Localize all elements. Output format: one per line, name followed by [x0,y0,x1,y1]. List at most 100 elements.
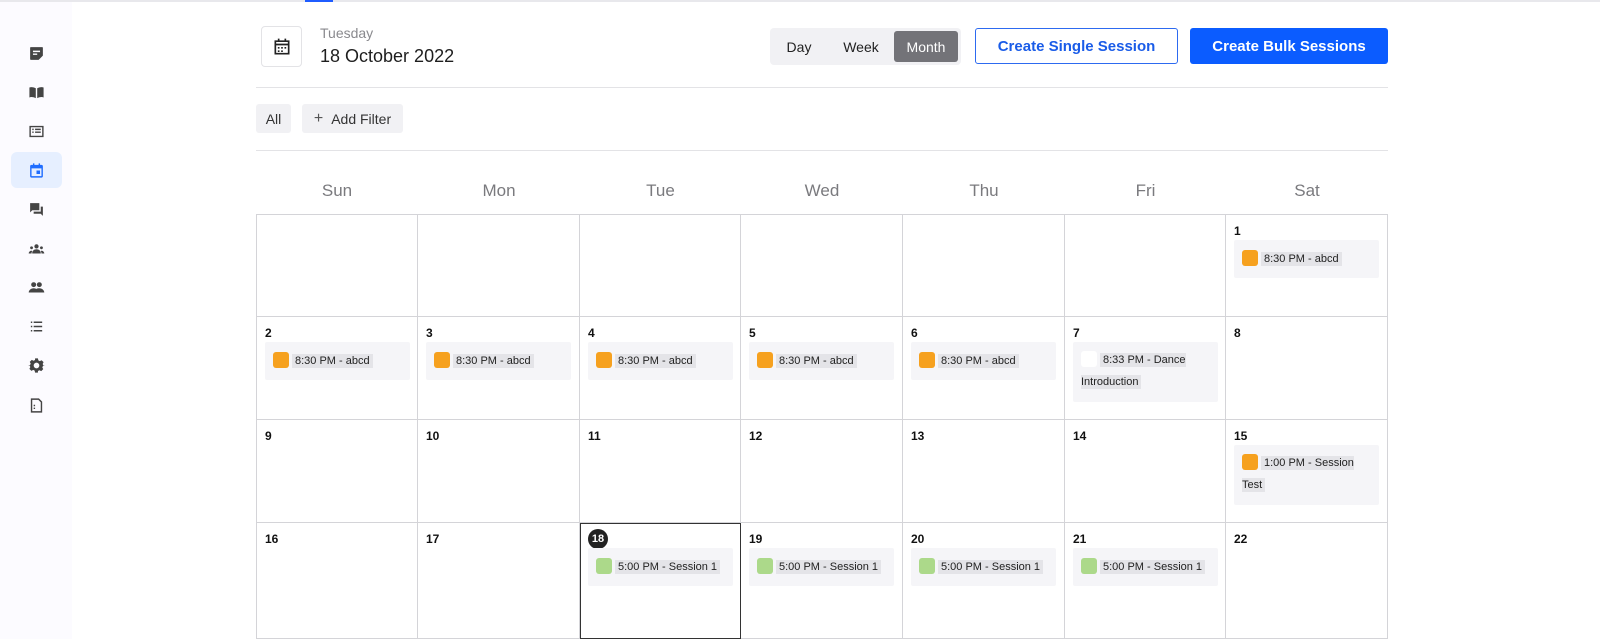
session-color-marker [1242,250,1258,266]
session-color-marker [596,558,612,574]
session-event[interactable]: 8:30 PM - abcd [265,342,410,380]
calendar-day-11[interactable]: 11 [580,420,741,523]
session-event[interactable]: 8:30 PM - abcd [426,342,571,380]
session-event[interactable]: 5:00 PM - Session 1 [749,548,894,586]
session-label: 1:00 PM - Session Test [1242,456,1354,492]
session-color-marker [757,352,773,368]
session-event[interactable]: 5:00 PM - Session 1 [1073,548,1218,586]
weekday-header-thu: Thu [969,181,999,200]
day-number: 19 [749,532,763,546]
calendar-day-18[interactable]: 18 5:00 PM - Session 1 [580,523,741,639]
calendar-day-21[interactable]: 21 5:00 PM - Session 1 [1065,523,1226,639]
bullet-list-icon [30,321,43,331]
session-event[interactable]: 8:30 PM - abcd [1234,240,1379,278]
calendar-day-3[interactable]: 3 8:30 PM - abcd [418,317,580,420]
calendar-day-2[interactable]: 2 8:30 PM - abcd [256,317,418,420]
calendar-day-6[interactable]: 6 8:30 PM - abcd [903,317,1065,420]
view-month-button[interactable]: Month [894,31,958,62]
calendar-day-7[interactable]: 7 8:33 PM - Dance Introduction [1065,317,1226,420]
session-event[interactable]: 1:00 PM - Session Test [1234,445,1379,505]
day-number: 9 [265,429,272,443]
session-color-marker [1081,351,1097,367]
session-event[interactable]: 5:00 PM - Session 1 [588,548,733,586]
session-label: 5:00 PM - Session 1 [938,560,1044,574]
session-label: 5:00 PM - Session 1 [615,560,721,574]
calendar-day-16[interactable]: 16 [256,523,418,639]
create-single-session-button[interactable]: Create Single Session [975,28,1178,64]
session-event[interactable]: 8:30 PM - abcd [749,342,894,380]
calendar-day-20[interactable]: 20 5:00 PM - Session 1 [903,523,1065,639]
session-label: 8:30 PM - abcd [615,354,696,368]
view-day-button[interactable]: Day [776,31,822,62]
calendar-day-empty[interactable] [741,214,903,317]
view-week-button[interactable]: Week [830,31,892,62]
calendar-day-19[interactable]: 19 5:00 PM - Session 1 [741,523,903,639]
create-bulk-sessions-button[interactable]: Create Bulk Sessions [1190,28,1388,64]
sidebar-item-groups[interactable] [11,230,62,266]
people-icon [28,281,45,292]
calendar-day-empty[interactable] [418,214,580,317]
day-number: 7 [1073,326,1080,340]
month-grid: 1 8:30 PM - abcd 2 8:30 PM - abcd 3 8:30 PM -… [256,214,1388,639]
calendar-day-empty[interactable] [580,214,741,317]
session-event[interactable]: 5:00 PM - Session 1 [911,548,1056,586]
chat-icon [30,202,43,216]
weekday-header-wed: Wed [804,181,840,200]
sidebar [0,2,72,639]
calendar-day-empty[interactable] [1065,214,1226,317]
groups-icon [28,243,45,253]
session-event[interactable]: 8:30 PM - abcd [911,342,1056,380]
calendar-day-12[interactable]: 12 [741,420,903,523]
session-event[interactable]: 8:33 PM - Dance Introduction [1073,342,1218,402]
sidebar-item-book[interactable] [11,74,62,110]
sidebar-item-document[interactable] [11,387,62,423]
top-border [0,0,1600,2]
top-accent [305,0,333,2]
weekday-header-sat: Sat [1294,181,1320,200]
calendar-day-22[interactable]: 22 [1226,523,1388,639]
session-event[interactable]: 8:30 PM - abcd [588,342,733,380]
weekday-header-mon: Mon [482,181,516,200]
calendar-day-8[interactable]: 8 [1226,317,1388,420]
date-picker-button[interactable] [261,26,302,67]
sidebar-item-notes[interactable] [11,35,62,71]
calendar-icon [30,162,43,178]
sidebar-item-bullet-list[interactable] [11,308,62,344]
calendar-day-4[interactable]: 4 8:30 PM - abcd [580,317,741,420]
plus-icon: + [313,109,324,127]
calendar-day-1[interactable]: 1 8:30 PM - abcd [1226,214,1388,317]
day-number: 10 [426,429,440,443]
sidebar-item-list-box[interactable] [11,113,62,149]
weekday-header-tue: Tue [646,181,675,200]
day-number: 4 [588,326,595,340]
filter-divider [256,150,1388,151]
gear-icon [28,357,45,373]
list-box-icon [29,125,44,137]
today-day-number: 18 [588,529,608,549]
session-color-marker [919,558,935,574]
sidebar-item-people[interactable] [11,269,62,305]
add-filter-button[interactable]: + Add Filter [302,104,403,133]
calendar-day-14[interactable]: 14 [1065,420,1226,523]
calendar-day-10[interactable]: 10 [418,420,580,523]
day-number: 21 [1073,532,1087,546]
day-number: 8 [1234,326,1241,340]
day-number: 2 [265,326,272,340]
calendar-day-15[interactable]: 15 1:00 PM - Session Test [1226,420,1388,523]
weekday-header-sun: Sun [321,181,353,200]
sidebar-item-chat[interactable] [11,191,62,227]
calendar-day-13[interactable]: 13 [903,420,1065,523]
calendar-day-9[interactable]: 9 [256,420,418,523]
sidebar-item-settings[interactable] [11,347,62,383]
calendar-day-empty[interactable] [256,214,418,317]
session-label: 8:30 PM - abcd [938,354,1019,368]
calendar-day-empty[interactable] [903,214,1065,317]
calendar-day-5[interactable]: 5 8:30 PM - abcd [741,317,903,420]
header-divider [256,87,1388,88]
day-number: 5 [749,326,756,340]
sidebar-item-calendar[interactable] [11,152,62,188]
calendar-day-17[interactable]: 17 [418,523,580,639]
day-number: 22 [1234,532,1248,546]
notes-icon [30,46,43,60]
filter-all-chip[interactable]: All [256,104,291,133]
